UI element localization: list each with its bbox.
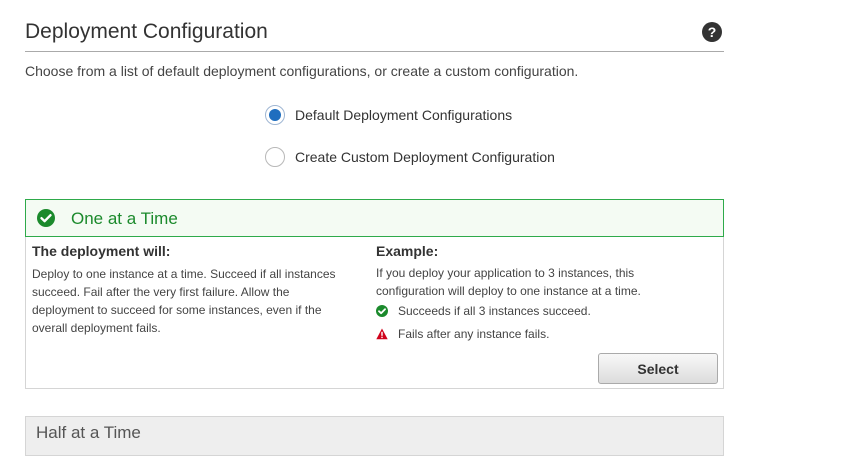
example-heading: Example: xyxy=(376,243,439,259)
check-circle-icon xyxy=(37,209,55,227)
card-title: One at a Time xyxy=(71,209,178,228)
radio-button-unchecked[interactable] xyxy=(265,147,285,167)
deployment-description: Deploy to one instance at a time. Succee… xyxy=(32,267,336,335)
card-header: One at a Time xyxy=(25,199,724,237)
radio-label: Default Deployment Configurations xyxy=(295,107,513,123)
page-title: Deployment Configuration xyxy=(25,20,268,43)
success-bullet-text: Succeeds if all 3 instances succeed. xyxy=(398,304,591,318)
question-circle-icon[interactable]: ? xyxy=(702,22,722,42)
example-description: If you deploy your application to 3 inst… xyxy=(376,266,641,298)
config-card-half-at-a-time[interactable]: Half at a Time xyxy=(25,416,724,456)
radio-custom-configuration[interactable]: Create Custom Deployment Configuration xyxy=(265,147,555,167)
deployment-heading: The deployment will: xyxy=(32,243,171,259)
svg-text:?: ? xyxy=(708,24,717,40)
page-header: Deployment Configuration ? xyxy=(25,19,724,52)
warning-triangle-icon xyxy=(376,328,388,340)
radio-label: Create Custom Deployment Configuration xyxy=(295,149,555,165)
config-card-one-at-a-time: One at a Time The deployment will: Deplo… xyxy=(25,199,724,389)
radio-button-checked[interactable] xyxy=(265,105,285,125)
fail-bullet-text: Fails after any instance fails. xyxy=(398,327,550,341)
card-title: Half at a Time xyxy=(36,423,141,442)
radio-default-configurations[interactable]: Default Deployment Configurations xyxy=(265,105,512,125)
check-circle-icon xyxy=(376,305,388,317)
select-button[interactable]: Select xyxy=(598,353,718,384)
intro-text: Choose from a list of default deployment… xyxy=(25,63,579,79)
fail-bullet: Fails after any instance fails. xyxy=(376,327,549,341)
success-bullet: Succeeds if all 3 instances succeed. xyxy=(376,304,591,318)
